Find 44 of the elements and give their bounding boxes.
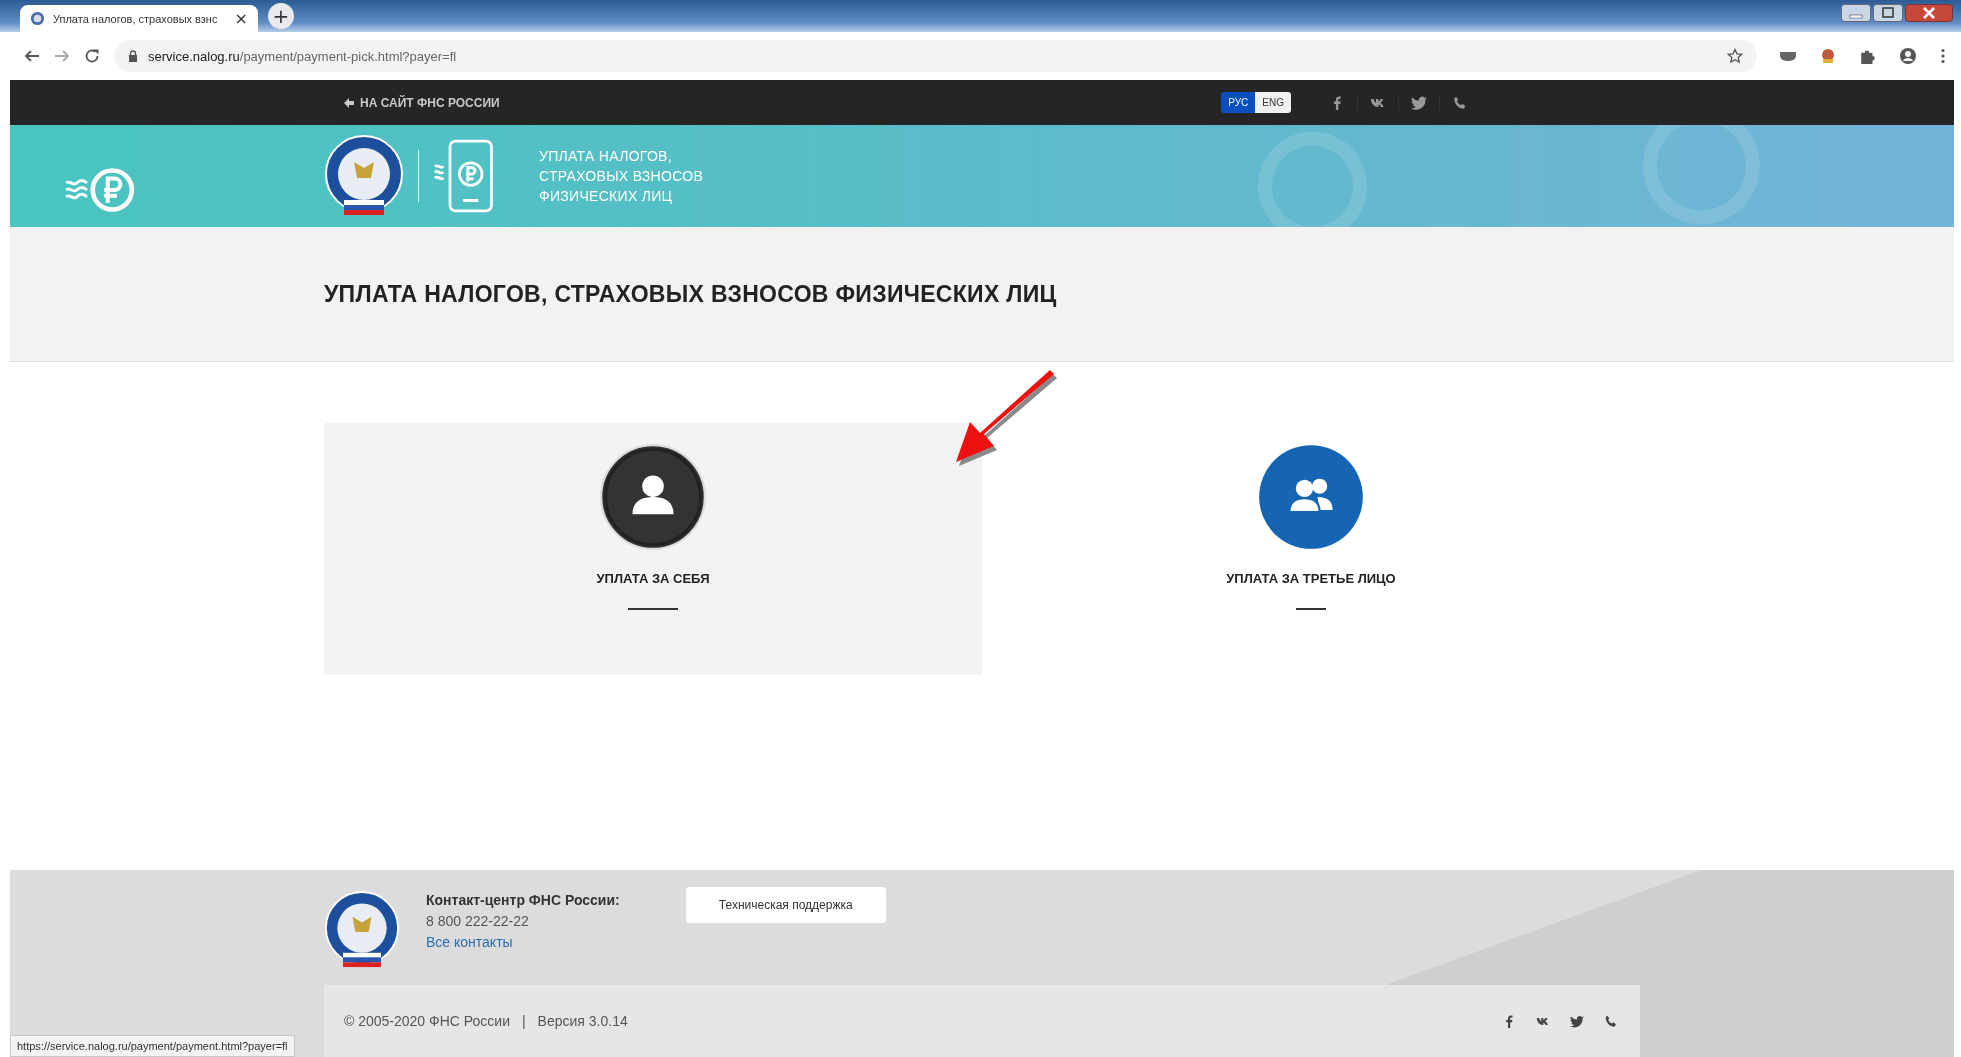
close-tab-button[interactable]: × — [234, 9, 248, 28]
separator: | — [521, 1013, 526, 1029]
status-url: https://service.nalog.ru/payment/payment.html?payer=fl — [10, 1035, 295, 1057]
support-button[interactable]: Техническая поддержка — [685, 887, 886, 923]
version-text: Версия 3.0.14 — [537, 1013, 628, 1029]
people-icon — [1257, 443, 1365, 551]
back-to-site-link[interactable]: НА САЙТ ФНС РОССИИ — [344, 95, 500, 110]
language-tab[interactable]: РУС — [1221, 92, 1256, 113]
phone-number: 8 800 222-22-22 — [426, 912, 530, 931]
option-label: УПЛАТА ЗА СЕБЯ — [596, 571, 710, 586]
reload-icon[interactable] — [84, 48, 100, 64]
extension-icon[interactable] — [1819, 47, 1837, 65]
emblem-icon — [324, 890, 400, 970]
close-icon[interactable] — [1905, 4, 1953, 22]
all-contacts-link[interactable]: Все контакты — [426, 932, 620, 953]
back-icon[interactable] — [24, 48, 40, 64]
payment-option-card[interactable]: УПЛАТА ЗА СЕБЯ — [324, 423, 982, 675]
ruble-icon — [64, 167, 136, 213]
url-text: service.nalog.ru/payment/payment-pick.html?payer=fl — [148, 48, 458, 64]
contact-center-title: Контакт-центр ФНС России: — [426, 891, 620, 910]
new-tab-button[interactable]: + — [268, 3, 294, 29]
emblem-icon — [30, 11, 45, 26]
copyright-text: © 2005-2020 ФНС России — [344, 1013, 510, 1029]
language-tab[interactable]: ENG — [1255, 92, 1291, 113]
banner-title-line: ФИЗИЧЕСКИХ ЛИЦ — [539, 187, 674, 206]
payment-option-card[interactable]: УПЛАТА ЗА ТРЕТЬЕ ЛИЦО — [982, 423, 1640, 675]
maximize-icon[interactable] — [1873, 4, 1903, 22]
address-field[interactable]: service.nalog.ru/payment/payment-pick.html?payer=fl — [114, 40, 1757, 72]
emblem-icon — [324, 134, 404, 218]
banner-title-line: УПЛАТА НАЛОГОВ, — [539, 147, 673, 166]
person-icon — [599, 443, 707, 551]
banner-title-line: СТРАХОВЫХ ВЗНОСОВ — [539, 167, 704, 186]
phone-icon[interactable] — [1604, 1014, 1618, 1028]
menu-icon[interactable] — [1941, 48, 1945, 64]
option-label: УПЛАТА ЗА ТРЕТЬЕ ЛИЦО — [1226, 571, 1396, 586]
profile-icon[interactable] — [1899, 47, 1917, 65]
lock-icon — [128, 50, 138, 62]
twitter-icon[interactable] — [1570, 1014, 1584, 1028]
tab-title: Уплата налогов, страховых взнс — [53, 12, 219, 25]
star-icon[interactable] — [1727, 48, 1743, 64]
minimize-icon[interactable] — [1841, 4, 1871, 22]
browser-tab[interactable]: Уплата налогов, страховых взнс × — [20, 5, 258, 32]
arrow-left-icon — [344, 97, 354, 108]
page-title: УПЛАТА НАЛОГОВ, СТРАХОВЫХ ВЗНОСОВ ФИЗИЧЕСКИХ ЛИЦ — [324, 280, 1057, 308]
